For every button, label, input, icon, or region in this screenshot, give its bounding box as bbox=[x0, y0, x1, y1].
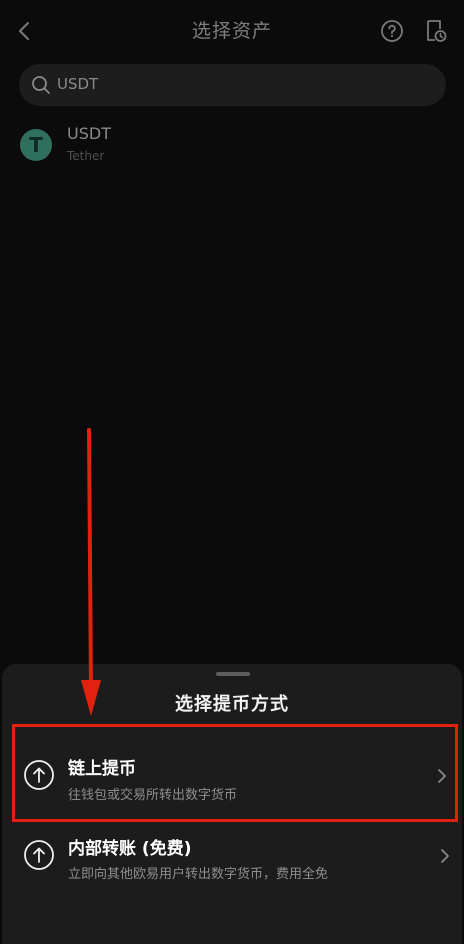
asset-item-usdt[interactable]: T USDT Tether bbox=[0, 118, 464, 174]
option-title: 链上提币 bbox=[68, 759, 136, 779]
header: 选择资产 bbox=[0, 0, 464, 62]
sheet-title: 选择提币方式 bbox=[175, 694, 289, 715]
option-subtitle: 立即向其他欧易用户转出数字货币，费用全免 bbox=[68, 867, 329, 882]
option-internal-transfer[interactable]: 内部转账 (免费) 立即向其他欧易用户转出数字货币，费用全免 bbox=[12, 824, 458, 922]
withdraw-method-sheet: 选择提币方式 链上提币 往钱包或交易所转出数字货币 内部转账 (免费) 立即向其… bbox=[2, 664, 462, 944]
screen: 选择资产 USDT T USDT Tether 选择提币方式 链上提币 往钱包或… bbox=[0, 0, 464, 944]
asset-name: USDT bbox=[67, 124, 111, 143]
question-circle-icon[interactable] bbox=[380, 19, 404, 43]
annotation-arrow-icon bbox=[78, 428, 104, 718]
search-input[interactable]: USDT bbox=[19, 64, 446, 106]
usdt-logo: T bbox=[20, 129, 52, 161]
history-document-icon[interactable] bbox=[424, 18, 448, 44]
usdt-logo-letter: T bbox=[29, 133, 43, 157]
search-icon bbox=[31, 75, 51, 95]
option-onchain-withdraw[interactable]: 链上提币 往钱包或交易所转出数字货币 bbox=[12, 724, 458, 822]
chevron-right-icon bbox=[440, 848, 450, 864]
search-value: USDT bbox=[57, 75, 99, 93]
option-title: 内部转账 (免费) bbox=[68, 839, 192, 859]
upload-circle-icon bbox=[23, 839, 55, 871]
chevron-right-icon bbox=[437, 768, 447, 784]
sheet-drag-handle[interactable] bbox=[216, 672, 250, 676]
upload-circle-icon bbox=[23, 759, 55, 791]
asset-fullname: Tether bbox=[67, 149, 105, 163]
option-subtitle: 往钱包或交易所转出数字货币 bbox=[68, 788, 238, 803]
